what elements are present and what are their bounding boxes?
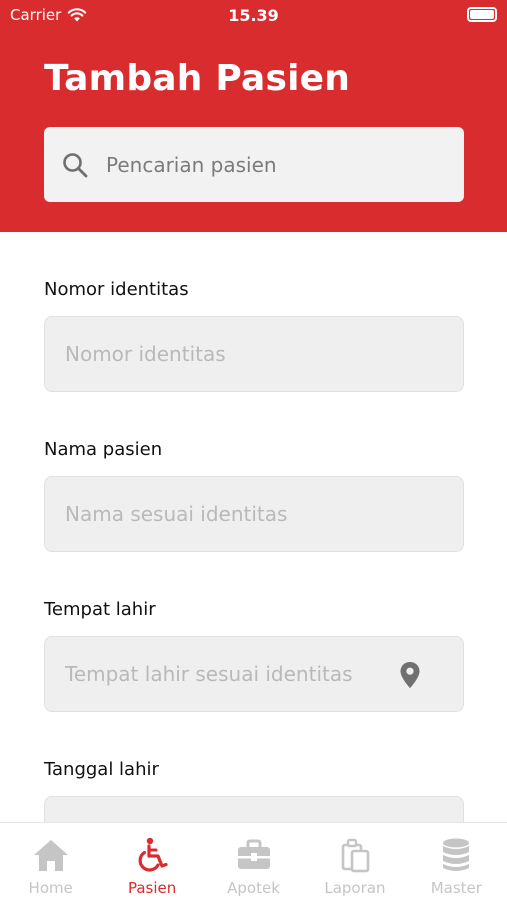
battery-icon bbox=[467, 7, 497, 22]
page-title: Tambah Pasien bbox=[44, 58, 351, 99]
search-icon bbox=[63, 153, 88, 178]
birth-date-label: Tanggal lahir bbox=[44, 759, 159, 780]
birth-place-label: Tempat lahir bbox=[44, 599, 156, 620]
bottom-tab-bar: Home Pasien Apotek Laporan Master bbox=[0, 822, 507, 900]
birth-place-field[interactable] bbox=[44, 636, 464, 712]
identity-number-field[interactable] bbox=[44, 316, 464, 392]
patient-name-field[interactable] bbox=[44, 476, 464, 552]
tab-home[interactable]: Home bbox=[0, 823, 101, 900]
tab-master-label: Master bbox=[430, 879, 482, 897]
birth-place-input[interactable] bbox=[65, 637, 425, 711]
tab-apotek-label: Apotek bbox=[227, 879, 280, 897]
tab-laporan-label: Laporan bbox=[324, 879, 386, 897]
tab-apotek[interactable]: Apotek bbox=[203, 823, 304, 900]
identity-number-label: Nomor identitas bbox=[44, 279, 189, 300]
header: Carrier 15.39 Tambah Pasien bbox=[0, 0, 507, 232]
medical-kit-icon bbox=[237, 839, 270, 869]
status-bar: Carrier 15.39 bbox=[0, 0, 507, 32]
status-time: 15.39 bbox=[228, 6, 279, 25]
tab-laporan[interactable]: Laporan bbox=[304, 823, 405, 900]
location-pin-icon[interactable] bbox=[399, 661, 421, 689]
patient-name-label: Nama pasien bbox=[44, 439, 163, 460]
patient-name-input[interactable] bbox=[65, 477, 425, 551]
search-box[interactable] bbox=[44, 127, 464, 202]
tab-pasien[interactable]: Pasien bbox=[101, 823, 202, 900]
tab-master[interactable]: Master bbox=[406, 823, 507, 900]
wheelchair-icon bbox=[138, 837, 168, 872]
database-icon bbox=[443, 838, 470, 871]
tab-pasien-label: Pasien bbox=[127, 879, 177, 897]
identity-number-input[interactable] bbox=[65, 317, 425, 391]
tab-home-label: Home bbox=[28, 879, 73, 897]
clipboard-icon bbox=[341, 838, 370, 873]
search-input[interactable] bbox=[106, 127, 446, 202]
home-icon bbox=[33, 840, 68, 871]
